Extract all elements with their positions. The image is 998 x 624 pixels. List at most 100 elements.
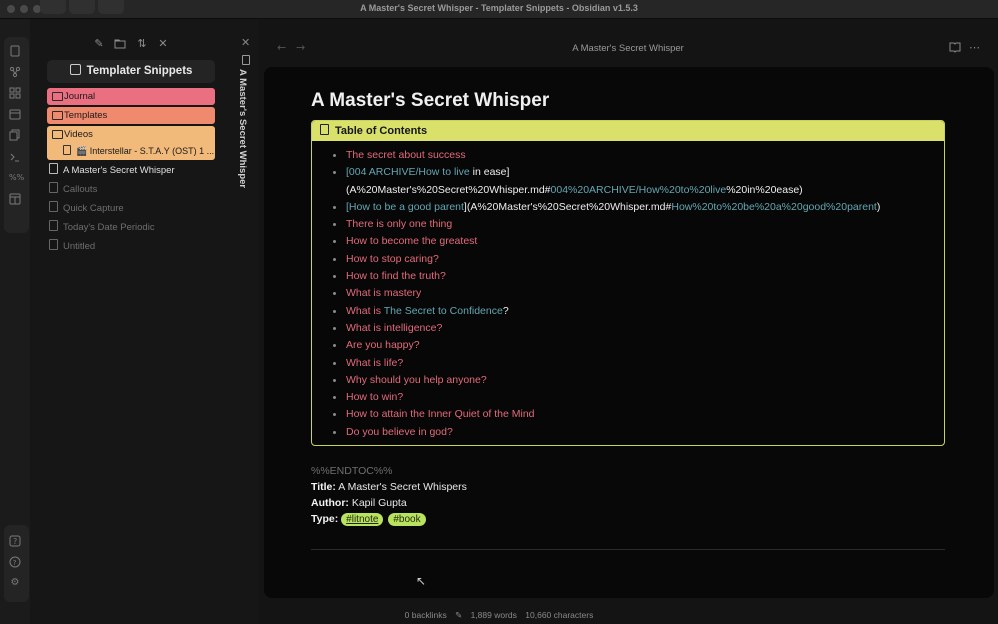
toc-link[interactable]: What is intelligence? — [346, 322, 442, 334]
toc-text: ](A%20Master's%20Secret%20Whisper.md# — [463, 200, 672, 213]
file-callouts[interactable]: Callouts — [49, 182, 97, 197]
toc-item[interactable]: What is mastery — [328, 285, 944, 302]
file-explorer: ✎ ⇅ ✕ Templater Snippets Journal Templat… — [30, 19, 234, 624]
file-label: Today's Date Periodic — [63, 222, 155, 233]
note-content: A Master's Secret Whisper Table of Conte… — [311, 88, 945, 527]
help-icon[interactable]: ? — [9, 535, 21, 547]
open-quick-switcher-icon[interactable] — [9, 45, 21, 57]
window-title: A Master's Secret Whisper - Templater Sn… — [360, 3, 638, 13]
toc-text: in ease] — [469, 166, 510, 179]
mouse-cursor-icon: ↖ — [416, 574, 427, 588]
more-options-icon[interactable]: ⋯ — [969, 41, 980, 54]
toc-text: (A%20Master's%20Secret%20Whisper.md# — [346, 183, 551, 196]
view-header-title[interactable]: A Master's Secret Whisper — [258, 43, 998, 54]
percent-comment-icon[interactable]: %% — [9, 172, 24, 184]
stacked-tab[interactable]: ✕ A Master's Secret Whisper — [234, 19, 258, 624]
backlinks-count[interactable]: 0 backlinks — [405, 610, 447, 620]
toc-text: %20in%20ease) — [726, 183, 803, 196]
toc-link[interactable]: What is mastery — [346, 287, 421, 299]
file-label: Callouts — [63, 184, 98, 195]
toc-item[interactable]: How to win? — [328, 389, 944, 406]
sort-order-icon[interactable]: ⇅ — [136, 38, 148, 50]
new-folder-icon[interactable] — [114, 38, 126, 50]
file-icon — [49, 163, 58, 174]
toc-link[interactable]: There is only one thing — [346, 218, 452, 230]
toc-link[interactable]: The Secret to Confidence — [384, 305, 503, 317]
toc-item[interactable]: What is intelligence? — [328, 320, 944, 337]
toc-callout: Table of Contents The secret about succe… — [311, 120, 945, 447]
reading-view-icon[interactable] — [949, 41, 961, 56]
toc-link[interactable]: How%20to%20be%20a%20good%20parent — [671, 201, 877, 213]
tag-book[interactable]: #book — [388, 513, 426, 527]
folder-icon — [52, 111, 63, 120]
folder-label: Journal — [64, 91, 96, 102]
file-untitled[interactable]: Untitled — [49, 239, 95, 254]
author-value: Kapil Gupta — [348, 497, 407, 510]
note-title: A Master's Secret Whisper — [311, 90, 550, 111]
file-a-masters-secret-whisper[interactable]: A Master's Secret Whisper — [49, 163, 175, 178]
question-circle-icon[interactable]: ? — [9, 556, 21, 568]
toc-link[interactable]: How to become the greatest — [346, 235, 477, 247]
type-label: Type: — [311, 513, 339, 526]
toc-item[interactable]: How to become the greatest — [328, 233, 944, 250]
stacked-tab-title: A Master's Secret Whisper — [237, 69, 248, 189]
toc-item[interactable]: Why should you help anyone? — [328, 372, 944, 389]
terminal-icon[interactable] — [9, 151, 21, 163]
toc-link[interactable]: [How to be a good parent — [346, 201, 464, 213]
settings-gear-icon[interactable]: ⚙ — [9, 577, 21, 589]
toc-item[interactable]: What is The Secret to Confidence? — [328, 303, 944, 320]
author-label: Author: — [311, 497, 349, 510]
toc-link[interactable]: Why should you help anyone? — [346, 374, 487, 386]
toc-item[interactable]: The secret about success — [328, 147, 944, 164]
toc-item[interactable]: Are you happy? — [328, 337, 944, 354]
vault-icon — [69, 64, 81, 75]
word-count: 1,889 words — [470, 610, 517, 620]
toc-link[interactable]: The secret about success — [346, 149, 466, 161]
tag-litnote[interactable]: #litnote — [341, 513, 384, 527]
toc-link[interactable]: [004 ARCHIVE/How to live — [346, 166, 470, 178]
templates-icon[interactable] — [9, 129, 21, 141]
file-icon — [49, 239, 58, 250]
toc-title: Table of Contents — [335, 125, 428, 137]
file-icon — [242, 55, 250, 65]
toc-item[interactable]: What is life? — [328, 355, 944, 372]
file-label: Untitled — [63, 241, 96, 252]
insert-template-icon[interactable] — [9, 193, 21, 205]
folder-templates[interactable]: Templates — [47, 107, 215, 124]
toc-item[interactable]: [How to be a good parent](A%20Master's%2… — [328, 199, 944, 216]
toc-item[interactable]: [004 ARCHIVE/How to live in ease] (A%20Ma… — [328, 164, 944, 199]
folder-videos[interactable]: Videos 🎬 Interstellar - S.T.A.Y (OST) 1 … — [47, 126, 215, 160]
folder-journal[interactable]: Journal — [47, 88, 215, 105]
toc-link[interactable]: Do you believe in god? — [346, 426, 453, 438]
toc-item[interactable]: How to attain the Inner Quiet of the Min… — [328, 406, 944, 423]
toc-item[interactable]: How to find the truth? — [328, 268, 944, 285]
toc-link[interactable]: How to find the truth? — [346, 270, 446, 282]
toc-list: The secret about success [004 ARCHIVE/Ho… — [312, 141, 944, 445]
graph-view-icon[interactable] — [9, 66, 21, 78]
file-explorer-toolbar: ✎ ⇅ ✕ — [30, 38, 234, 56]
toc-link[interactable]: How to stop caring? — [346, 253, 439, 265]
toc-item[interactable]: How to stop caring? — [328, 251, 944, 268]
file-todays-date-periodic[interactable]: Today's Date Periodic — [49, 220, 155, 235]
toc-link[interactable]: How to win? — [346, 391, 403, 403]
toc-link[interactable]: What is life? — [346, 357, 403, 369]
toc-item[interactable]: There is only one thing — [328, 216, 944, 233]
toc-link[interactable]: Are you happy? — [346, 339, 420, 351]
calendar-icon[interactable] — [9, 108, 21, 120]
note-metadata: %%ENDTOC%% Title: A Master's Secret Whis… — [311, 463, 945, 527]
toc-link[interactable]: 004%20ARCHIVE/How%20to%20live — [551, 184, 727, 196]
collapse-all-icon[interactable]: ✕ — [157, 38, 169, 50]
file-quick-capture[interactable]: Quick Capture — [49, 201, 124, 216]
pencil-icon[interactable]: ✎ — [455, 610, 462, 620]
toc-item[interactable]: Do you believe in god? — [328, 424, 944, 441]
new-note-icon[interactable]: ✎ — [93, 38, 105, 50]
toc-link[interactable]: How to attain the Inner Quiet of the Min… — [346, 408, 535, 420]
view-header: ← → A Master's Secret Whisper ⋯ — [258, 19, 998, 67]
canvas-icon[interactable] — [9, 87, 21, 99]
file-interstellar[interactable]: 🎬 Interstellar - S.T.A.Y (OST) 1 ... — [63, 143, 214, 160]
folder-label: Templates — [64, 110, 108, 121]
toc-link[interactable]: What is — [346, 305, 384, 317]
file-icon — [49, 201, 58, 212]
close-tab-icon[interactable]: ✕ — [241, 36, 250, 49]
vault-switcher[interactable]: Templater Snippets — [47, 60, 215, 83]
